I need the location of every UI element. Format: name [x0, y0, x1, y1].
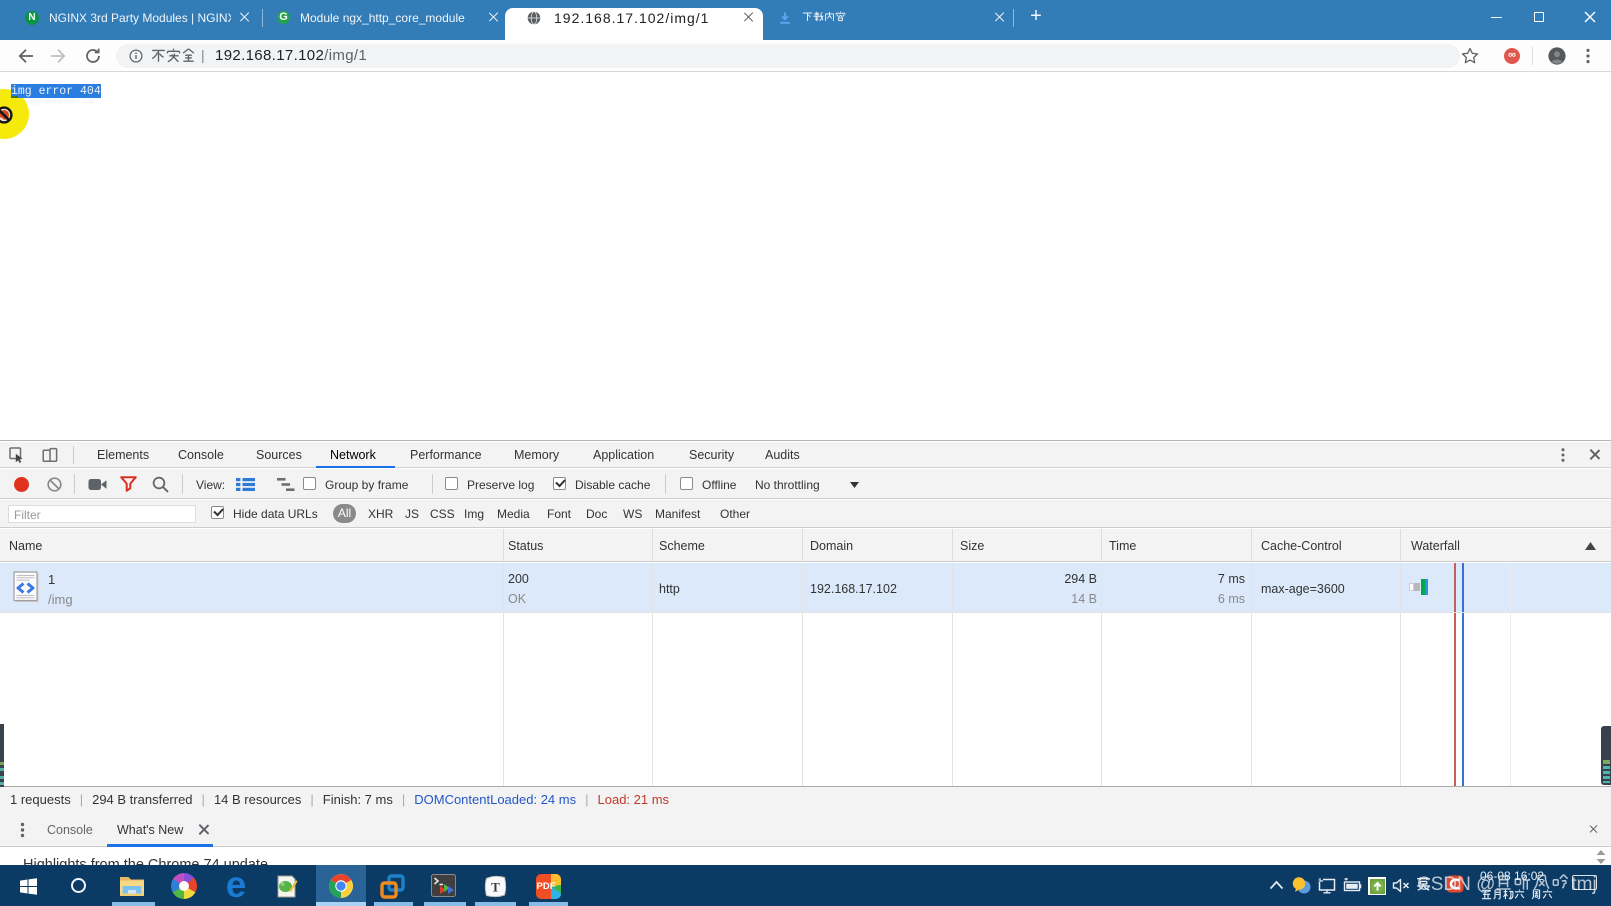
svg-text:T: T	[491, 880, 500, 895]
